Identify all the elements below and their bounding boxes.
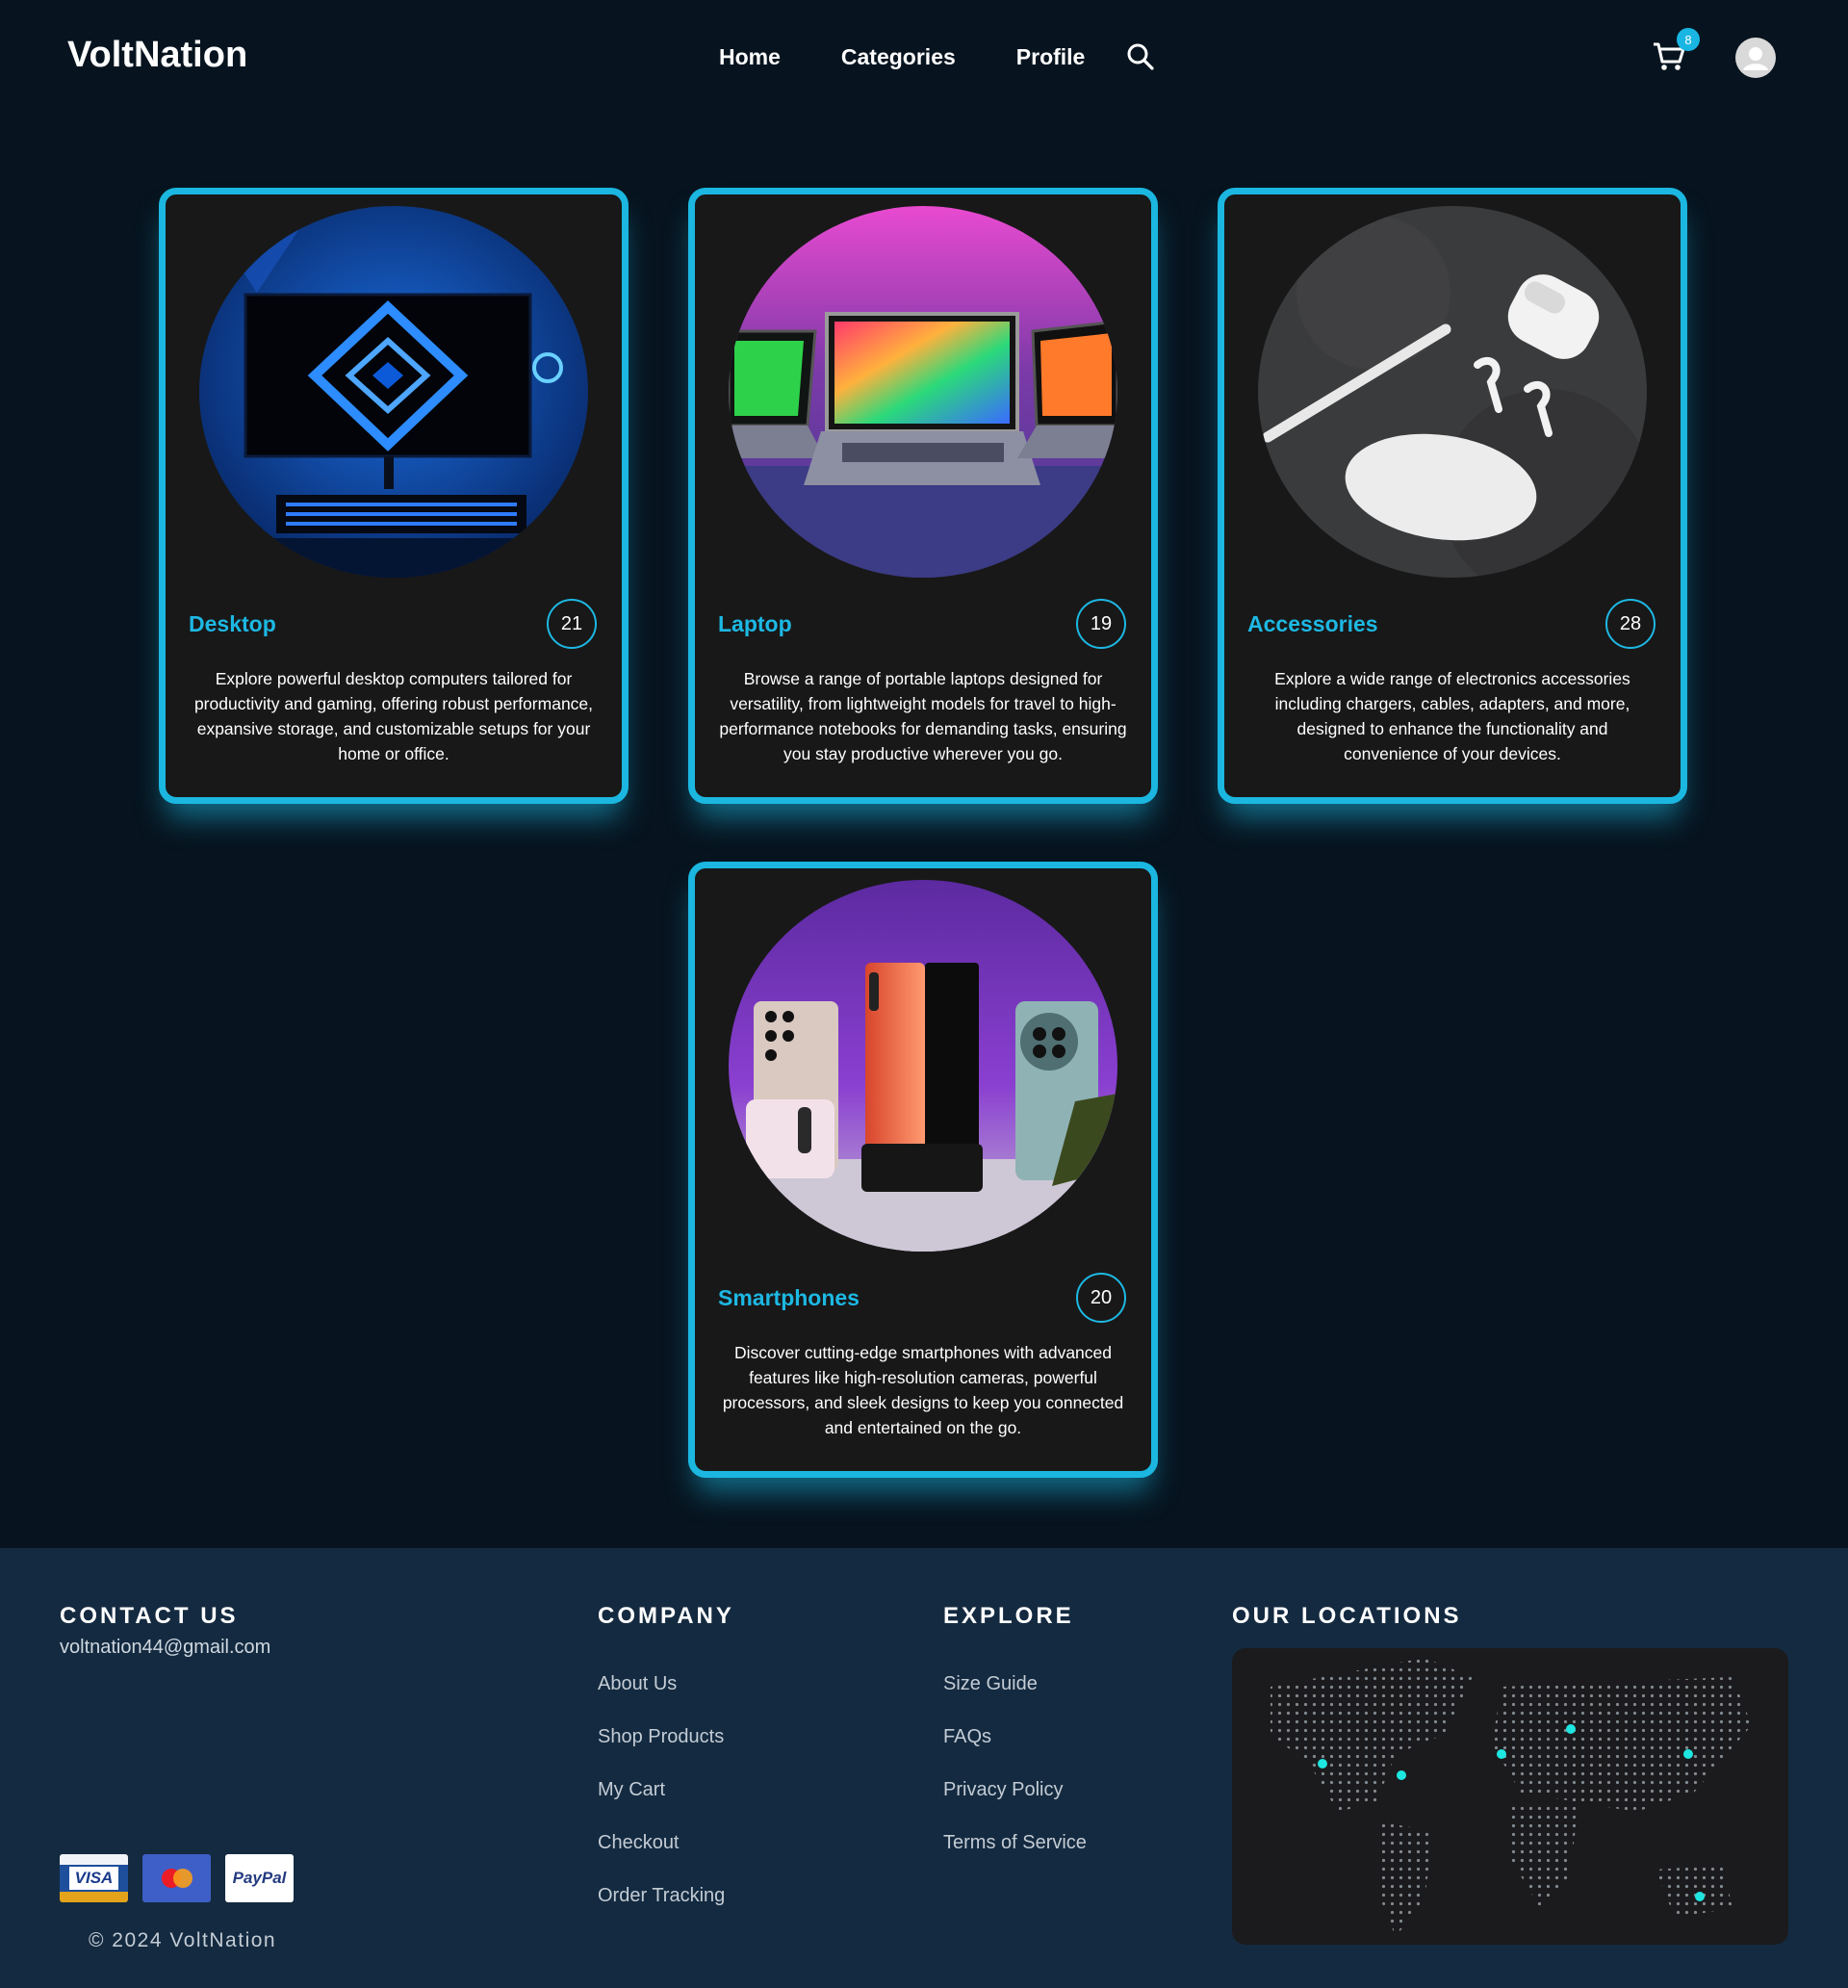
nav-home-link[interactable]: Home bbox=[719, 44, 781, 70]
visa-card-icon: VISA bbox=[60, 1854, 128, 1902]
category-title: Accessories bbox=[1247, 611, 1378, 636]
category-card-accessories[interactable]: Accessories 28 Explore a wide range of e… bbox=[1218, 188, 1687, 804]
category-count-badge: 28 bbox=[1605, 599, 1656, 649]
nav-categories-link[interactable]: Categories bbox=[841, 44, 956, 70]
smartphones-image bbox=[729, 880, 1117, 1252]
explore-heading: EXPLORE bbox=[943, 1603, 1074, 1629]
user-avatar-icon[interactable] bbox=[1735, 38, 1776, 78]
category-count-badge: 20 bbox=[1076, 1273, 1126, 1323]
site-footer: CONTACT US voltnation44@gmail.com VISA P… bbox=[0, 1548, 1848, 1988]
laptop-image bbox=[729, 206, 1117, 578]
locations-heading: OUR LOCATIONS bbox=[1232, 1603, 1462, 1629]
contact-email[interactable]: voltnation44@gmail.com bbox=[60, 1637, 270, 1659]
category-description: Discover cutting-edge smartphones with a… bbox=[722, 1343, 1124, 1437]
category-title: Smartphones bbox=[718, 1285, 860, 1310]
search-icon[interactable] bbox=[1126, 42, 1155, 71]
category-description: Explore powerful desktop computers tailo… bbox=[193, 669, 594, 763]
category-card-laptop[interactable]: Laptop 19 Browse a range of portable lap… bbox=[688, 188, 1158, 804]
company-heading: COMPANY bbox=[598, 1603, 734, 1629]
mastercard-icon bbox=[142, 1854, 211, 1902]
footer-link-order-tracking[interactable]: Order Tracking bbox=[598, 1885, 725, 1907]
category-card-desktop[interactable]: Desktop 21 Explore powerful desktop comp… bbox=[159, 188, 629, 804]
category-title: Laptop bbox=[718, 611, 792, 636]
main-nav: Home Categories Profile bbox=[719, 44, 1145, 70]
copyright-text: © 2024 VoltNation bbox=[89, 1929, 277, 1951]
category-card-smartphones[interactable]: Smartphones 20 Discover cutting-edge sma… bbox=[688, 862, 1158, 1478]
footer-link-privacy-policy[interactable]: Privacy Policy bbox=[943, 1779, 1063, 1801]
accessories-image bbox=[1258, 206, 1647, 578]
footer-link-terms-of-service[interactable]: Terms of Service bbox=[943, 1832, 1087, 1854]
category-description: Browse a range of portable laptops desig… bbox=[719, 669, 1127, 763]
footer-link-faqs[interactable]: FAQs bbox=[943, 1726, 991, 1748]
desktop-image bbox=[199, 206, 588, 578]
category-description: Explore a wide range of electronics acce… bbox=[1274, 669, 1630, 763]
world-locations-map bbox=[1232, 1648, 1788, 1945]
footer-link-shop-products[interactable]: Shop Products bbox=[598, 1726, 724, 1748]
paypal-icon: PayPal bbox=[225, 1854, 294, 1902]
cart-count-badge: 8 bbox=[1677, 28, 1700, 51]
footer-link-size-guide[interactable]: Size Guide bbox=[943, 1673, 1038, 1695]
category-count-badge: 21 bbox=[547, 599, 597, 649]
footer-link-my-cart[interactable]: My Cart bbox=[598, 1779, 665, 1801]
site-logo[interactable]: VoltNation bbox=[67, 35, 247, 76]
footer-link-checkout[interactable]: Checkout bbox=[598, 1832, 680, 1854]
category-count-badge: 19 bbox=[1076, 599, 1126, 649]
footer-link-about-us[interactable]: About Us bbox=[598, 1673, 677, 1695]
contact-heading: CONTACT US bbox=[60, 1603, 239, 1629]
nav-profile-link[interactable]: Profile bbox=[1016, 44, 1086, 70]
site-header: VoltNation Home Categories Profile 8 bbox=[0, 0, 1848, 116]
category-title: Desktop bbox=[189, 611, 276, 636]
